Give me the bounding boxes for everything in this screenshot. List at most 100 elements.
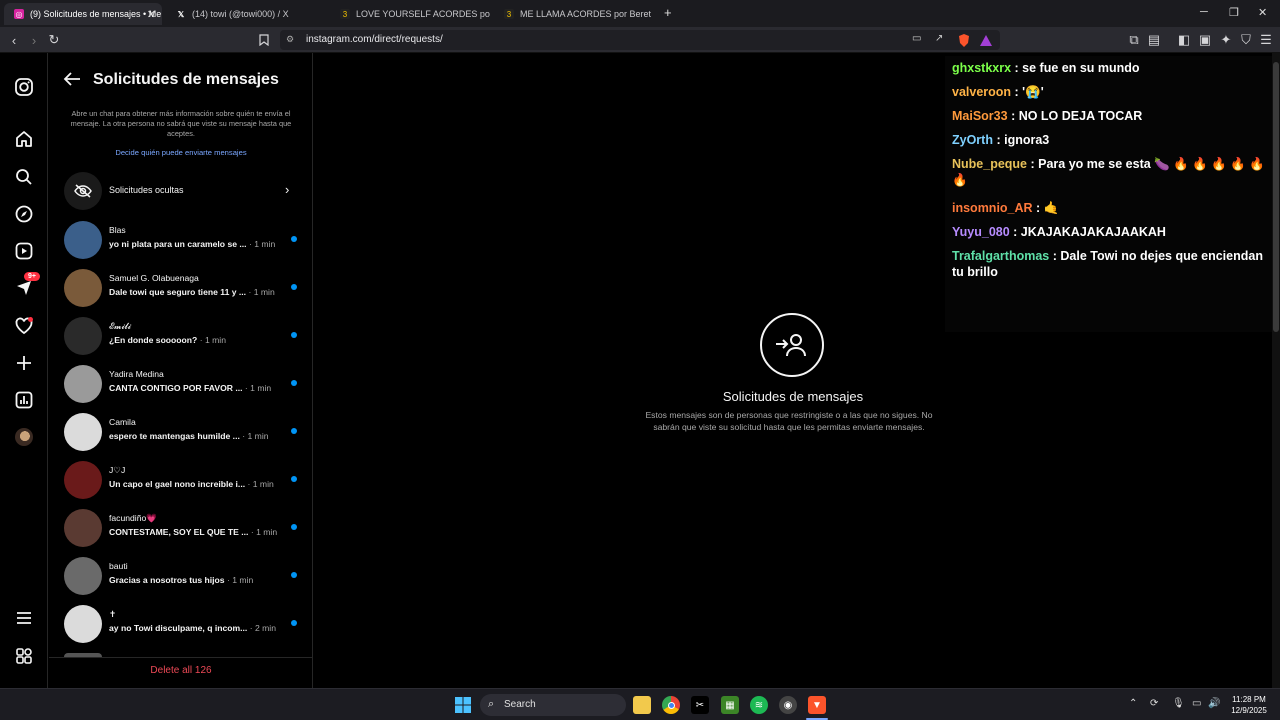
tab-title: ME LLAMA ACORDES por Beret @ Ul [520,9,654,19]
spotify-icon[interactable]: ≋ [750,696,768,714]
minecraft-icon[interactable]: ▦ [721,696,739,714]
unread-dot [291,332,297,338]
address-bar[interactable]: ⚙ instagram.com/direct/requests/ ▭ ↗ [280,30,1000,50]
brave-shields-icon[interactable] [956,32,972,48]
microphone-icon[interactable]: 🎙 [1172,698,1185,709]
taskbar-search[interactable]: ⌕ Search [480,694,626,716]
request-preview: ay no Towi disculpame, q incom... · 2 mi… [109,623,276,633]
windows-start-icon[interactable] [454,696,472,714]
request-row[interactable]: Yadira Medina CANTA CONTIGO POR FAVOR ...… [49,361,313,407]
brave-rewards-icon[interactable] [978,32,994,48]
request-row[interactable]: bauti Gracias a nosotros tus hijos · 1 mi… [49,553,313,599]
instagram-logo-icon[interactable] [14,77,34,97]
request-sender-name: Camila [109,417,136,427]
reload-icon[interactable]: ↻ [46,32,62,48]
request-preview-text: yo ni plata para un caramelo se ... [109,239,247,249]
home-icon[interactable] [14,129,34,149]
back-icon[interactable]: ‹ [6,32,22,48]
tab-love-yourself[interactable]: 3 LOVE YOURSELF ACORDES por Justin [330,3,490,25]
ug-favicon-icon: 3 [340,9,350,19]
notification-badge: 9+ [24,272,40,281]
forward-icon[interactable]: › [26,32,42,48]
profile-avatar[interactable] [14,427,34,447]
request-sender-name: Samuel G. Olabuenaga [109,273,199,283]
also-from-meta-icon[interactable] [14,646,34,666]
brave-taskbar-icon[interactable]: ▼ [808,696,826,714]
scrollbar-thumb[interactable] [1273,62,1279,332]
tab-title: (14) towi (@towi000) / X [192,9,289,19]
sync-icon[interactable]: ⟳ [1150,698,1158,709]
avatar [64,269,102,307]
share-icon[interactable]: ↗ [935,33,943,44]
request-preview: CANTA CONTIGO POR FAVOR ... · 1 min [109,383,271,393]
unread-dot [291,380,297,386]
request-row[interactable]: facundiño💗 CONTESTAME, SOY EL QUE TE ... … [49,505,313,551]
request-row[interactable]: Samuel G. Olabuenaga Dale towi que seguro… [49,265,313,311]
close-window-icon[interactable]: ✕ [1258,6,1267,19]
search-label: Search [504,699,536,710]
vpn-icon[interactable]: ⛉ [1238,32,1254,48]
url-text[interactable]: instagram.com/direct/requests/ [306,34,443,45]
close-tab-icon[interactable]: ✕ [147,8,156,21]
network-icon[interactable]: ▭ [1192,698,1201,709]
menu-icon[interactable]: ☰ [1258,32,1274,48]
bookmark-icon[interactable] [256,32,272,48]
restore-icon[interactable]: ❐ [1229,6,1239,19]
tab-x[interactable]: 𝕏 (14) towi (@towi000) / X [166,3,326,25]
tab-me-llama[interactable]: 3 ME LLAMA ACORDES por Beret @ Ul [494,3,654,25]
new-tab-button[interactable]: + [664,5,672,20]
extensions-icon[interactable]: ⧉ [1126,32,1142,48]
tab-instagram[interactable]: ◎ (9) Solicitudes de mensajes • Me ✕ [4,3,162,25]
back-arrow-icon[interactable] [63,71,81,92]
chrome-icon[interactable] [662,696,680,714]
chat-message: valveroon : '😭' [952,84,1274,100]
request-row[interactable]: J♡J Un capo el gael nono increible i... ·… [49,457,313,503]
show-hidden-icons-icon[interactable]: ⌃ [1129,698,1137,709]
request-preview: Dale towi que seguro tiene 11 y ... · 1 … [109,287,275,297]
minimize-icon[interactable]: ─ [1200,6,1208,18]
avatar [64,413,102,451]
messages-icon[interactable]: 9+ [14,272,40,298]
message-requests-panel: Solicitudes de mensajes Abre un chat par… [49,53,313,688]
chat-username: Nube_peque [952,157,1028,171]
unread-dot [291,428,297,434]
file-explorer-icon[interactable] [633,696,651,714]
request-preview: espero te mantengas humilde ... · 1 min [109,431,269,441]
panel-description: Abre un chat para obtener más informació… [70,109,292,138]
delete-all-button[interactable]: Delete all 126 [49,665,313,676]
cast-icon[interactable]: ▭ [912,33,921,44]
request-time: · 1 min [199,335,226,345]
obs-icon[interactable]: ◉ [779,696,797,714]
sidebar-icon[interactable]: ◧ [1176,32,1192,48]
site-settings-icon[interactable]: ⚙ [286,34,294,45]
dashboard-icon[interactable] [14,390,34,410]
ug-favicon-icon: 3 [504,9,514,19]
hidden-requests-row[interactable]: Solicitudes ocultas › [49,171,313,210]
taskbar-clock[interactable]: 11:28 PM 12/9/2025 [1226,694,1272,716]
request-row[interactable]: Camila espero te mantengas humilde ... · … [49,409,313,455]
create-plus-icon[interactable] [14,353,34,373]
more-menu-icon[interactable] [14,608,34,628]
search-icon[interactable] [14,167,34,187]
request-sender-name: Blas [109,225,126,235]
request-preview-text: Un capo el gael nono increible i... [109,479,246,489]
leo-ai-icon[interactable]: ✦ [1218,32,1234,48]
unread-dot [291,572,297,578]
volume-icon[interactable]: 🔊 [1208,698,1220,709]
who-can-message-link[interactable]: Decide quién puede enviarte mensajes [49,148,313,157]
request-preview-text: espero te mantengas humilde ... [109,431,240,441]
reels-icon[interactable] [14,241,34,261]
capcut-icon[interactable]: ✂ [691,696,709,714]
notifications-heart-icon[interactable] [14,316,34,336]
request-row[interactable]: Blas yo ni plata para un caramelo se ... … [49,217,313,263]
request-row[interactable]: ✝ ay no Towi disculpame, q incom... · 2 m… [49,601,313,647]
wallet-icon[interactable]: ▣ [1197,32,1213,48]
explore-icon[interactable] [14,204,34,224]
reading-list-icon[interactable]: ▤ [1146,32,1162,48]
unread-dot [291,476,297,482]
request-preview: ¿En donde sooooon? · 1 min [109,335,226,345]
avatar [64,605,102,643]
avatar [64,557,102,595]
request-row[interactable]: 𝓔𝓶𝓲𝓵𝓲 ¿En donde sooooon? · 1 min [49,313,313,359]
chat-username: insomnio_AR [952,201,1033,215]
